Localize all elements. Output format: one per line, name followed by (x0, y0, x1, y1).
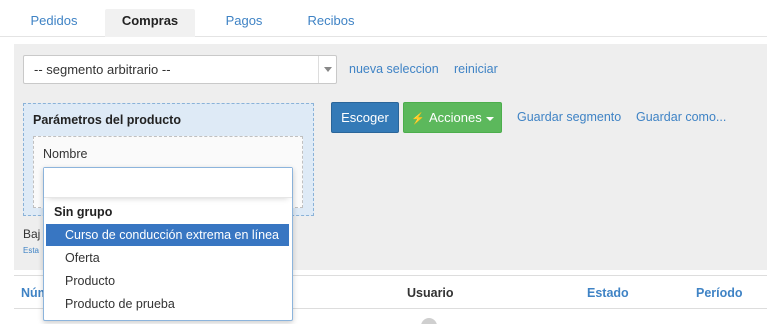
reset-link[interactable]: reiniciar (454, 62, 498, 76)
column-estado[interactable]: Estado (587, 286, 629, 300)
save-segment-link[interactable]: Guardar segmento (517, 110, 621, 124)
segment-select[interactable]: -- segmento arbitrario -- (23, 55, 337, 84)
dropdown-option[interactable]: Producto de prueba (46, 293, 289, 315)
new-selection-link[interactable]: nueva seleccion (349, 62, 439, 76)
dropdown-option[interactable]: Oferta (46, 247, 289, 269)
below-small-link[interactable]: Esta (23, 246, 39, 255)
spinner-icon (421, 318, 437, 324)
column-usuario: Usuario (407, 286, 454, 300)
bolt-icon: ⚡ (411, 113, 425, 125)
actions-button-label: Acciones (428, 110, 482, 125)
save-as-link[interactable]: Guardar como... (636, 110, 726, 124)
below-text: Baj (23, 227, 41, 241)
product-name-dropdown: Sin grupo Curso de conducción extrema en… (43, 167, 293, 321)
tab-pedidos[interactable]: Pedidos (14, 9, 94, 37)
dropdown-search-input[interactable] (44, 168, 292, 198)
params-title: Parámetros del producto (33, 113, 181, 127)
tab-bar: Pedidos Compras Pagos Recibos (0, 0, 767, 37)
caret-down-icon (485, 116, 494, 121)
dropdown-group-label: Sin grupo (54, 205, 113, 219)
choose-button[interactable]: Escoger (331, 102, 399, 133)
dropdown-option[interactable]: Curso de conducción extrema en línea (46, 224, 289, 246)
chevron-down-icon[interactable] (318, 56, 336, 83)
actions-button[interactable]: ⚡ Acciones (403, 102, 502, 133)
tab-recibos[interactable]: Recibos (293, 9, 369, 37)
dropdown-option[interactable]: Producto (46, 270, 289, 292)
column-periodo[interactable]: Período (696, 286, 743, 300)
nombre-label: Nombre (43, 147, 88, 161)
tab-pagos[interactable]: Pagos (205, 9, 283, 37)
segment-select-value: -- segmento arbitrario -- (34, 62, 171, 77)
tab-compras[interactable]: Compras (105, 9, 195, 37)
